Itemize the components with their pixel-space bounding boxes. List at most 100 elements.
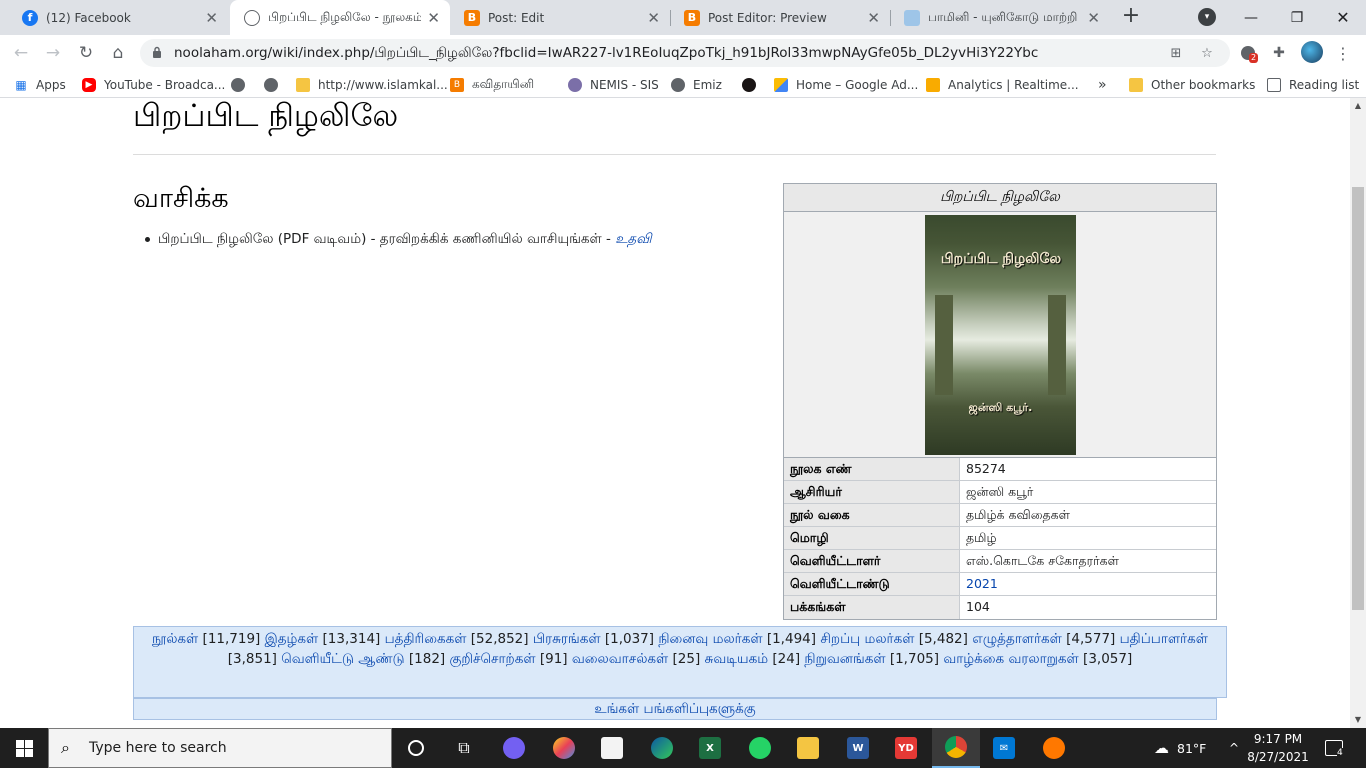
category-link[interactable]: பதிப்பாளர்கள்	[1120, 631, 1208, 647]
bookmark-youtube[interactable]: ▶ YouTube - Broadca...	[82, 76, 225, 94]
close-tab-icon[interactable]: ✕	[427, 9, 440, 27]
globe-icon	[244, 9, 260, 26]
bookmark-apps[interactable]: ▦ Apps	[14, 76, 65, 94]
url-text[interactable]: noolaham.org/wiki/index.php/பிறப்பிட_நிழ…	[174, 45, 1154, 63]
profile-avatar[interactable]	[1301, 41, 1323, 63]
new-tab-button[interactable]: +	[1119, 5, 1143, 29]
close-tab-icon[interactable]: ✕	[1087, 9, 1100, 27]
bookmark-kavithayini[interactable]: B கவிதாயினி	[450, 76, 534, 94]
tab-search-icon[interactable]: ▾	[1198, 8, 1216, 26]
tab-post-edit[interactable]: B Post: Edit ✕	[450, 0, 670, 35]
cover-title: பிறப்பிட நிழலிலே	[940, 251, 1062, 267]
spotify-icon	[742, 78, 756, 92]
category-count: [3,851]	[227, 651, 277, 667]
category-link[interactable]: நினைவு மலர்கள்	[658, 631, 762, 647]
close-window-button[interactable]: ✕	[1320, 0, 1366, 35]
bookmark-star-icon[interactable]: ☆	[1198, 44, 1216, 62]
whatsapp-icon	[749, 737, 771, 759]
category-link[interactable]: வலைவாசல்கள்	[572, 651, 668, 667]
section-heading-read: வாசிக்க	[133, 183, 229, 214]
category-link[interactable]: சிறப்பு மலர்கள்	[820, 631, 914, 647]
year-link[interactable]: 2021	[960, 573, 1216, 595]
tab-bamini-converter[interactable]: பாமினி - யுனிகோடு மாற்றி ✕	[890, 0, 1110, 35]
taskbar-word[interactable]: W	[834, 728, 882, 768]
taskbar-search-box[interactable]: ⌕ Type here to search	[48, 728, 392, 768]
tab-facebook[interactable]: f (12) Facebook ✕	[8, 0, 228, 35]
scroll-down-arrow-icon[interactable]: ▼	[1352, 714, 1364, 726]
extension-icon[interactable]: 2	[1237, 42, 1259, 64]
taskbar-whatsapp[interactable]	[736, 728, 784, 768]
taskbar-viber[interactable]	[490, 728, 538, 768]
menu-kebab-icon[interactable]: ⋮	[1332, 42, 1354, 64]
help-link[interactable]: உதவி	[615, 231, 651, 247]
taskbar-clock[interactable]: 9:17 PM 8/27/2021	[1246, 730, 1310, 766]
tab-title: (12) Facebook	[46, 10, 131, 25]
bookmark-emiz[interactable]: Emiz	[671, 76, 722, 94]
reload-button[interactable]: ↻	[73, 40, 99, 66]
bookmark-nemis[interactable]: NEMIS - SIS	[568, 76, 659, 94]
bookmark-globe-2[interactable]	[264, 76, 286, 94]
bookmark-google-ads[interactable]: Home – Google Ad...	[774, 76, 918, 94]
notification-center-button[interactable]: 4	[1325, 728, 1349, 768]
contributions-link[interactable]: உங்கள் பங்களிப்புகளுக்கு	[133, 698, 1217, 720]
taskbar-mail[interactable]: ✉	[980, 728, 1028, 768]
category-link[interactable]: பிரசுரங்கள்	[533, 631, 601, 647]
taskbar-avast[interactable]	[1030, 728, 1078, 768]
category-link[interactable]: பத்திரிகைகள்	[385, 631, 467, 647]
category-link[interactable]: வெளியீட்டு ஆண்டு	[281, 651, 404, 667]
bookmark-globe[interactable]	[231, 76, 253, 94]
category-link[interactable]: வாழ்க்கை வரலாறுகள்	[943, 651, 1078, 667]
book-cover-image[interactable]: பிறப்பிட நிழலிலே ஜன்ஸி கபூர்.	[925, 215, 1076, 455]
home-button[interactable]: ⌂	[105, 40, 131, 66]
category-link[interactable]: நிறுவனங்கள்	[804, 651, 885, 667]
minimize-button[interactable]: —	[1228, 0, 1274, 35]
tray-expand-button[interactable]: ^	[1229, 728, 1239, 768]
youtube-icon: ▶	[82, 78, 96, 92]
cortana-button[interactable]	[392, 728, 440, 768]
back-button[interactable]: ←	[8, 40, 34, 66]
bookmark-label: Other bookmarks	[1151, 78, 1256, 92]
scrollbar-thumb[interactable]	[1352, 187, 1364, 610]
taskbar-yd[interactable]: YD	[882, 728, 930, 768]
lock-icon[interactable]	[152, 46, 162, 58]
bookmark-label: Reading list	[1289, 78, 1360, 92]
bookmark-other[interactable]: Other bookmarks	[1129, 76, 1255, 94]
reading-list-button[interactable]: Reading list	[1267, 76, 1359, 94]
bookmark-analytics[interactable]: Analytics | Realtime...	[926, 76, 1079, 94]
task-view-button[interactable]: ⧉	[440, 728, 488, 768]
infobox-row: வெளியீட்டாண்டு 2021	[784, 573, 1216, 596]
more-bookmarks-button[interactable]: »	[1098, 76, 1107, 94]
cortana-icon	[408, 740, 424, 756]
weather-widget[interactable]: ☁ 81°F	[1154, 728, 1206, 768]
category-link[interactable]: சுவடியகம்	[705, 651, 769, 667]
bookmark-islamkalvi[interactable]: http://www.islamkal...	[296, 76, 448, 94]
taskbar-chrome[interactable]	[932, 728, 980, 768]
analytics-icon	[926, 78, 940, 92]
tab-post-editor-preview[interactable]: B Post Editor: Preview ✕	[670, 0, 890, 35]
restore-button[interactable]: ❐	[1274, 0, 1320, 35]
scroll-up-arrow-icon[interactable]: ▲	[1352, 100, 1364, 112]
bookmark-spotify[interactable]	[742, 76, 764, 94]
translate-icon[interactable]: ⊞	[1167, 44, 1185, 62]
taskbar-store[interactable]	[588, 728, 636, 768]
close-tab-icon[interactable]: ✕	[647, 9, 660, 27]
nemis-logo-icon	[568, 78, 582, 92]
taskbar-excel[interactable]: X	[686, 728, 734, 768]
start-button[interactable]	[0, 728, 48, 768]
extensions-puzzle-icon[interactable]: ✚	[1268, 42, 1290, 64]
category-link[interactable]: நூல்கள்	[152, 631, 198, 647]
bookmark-label: Emiz	[693, 78, 722, 92]
taskbar-file-explorer[interactable]	[784, 728, 832, 768]
tab-noolaham[interactable]: பிறப்பிட நிழலிலே - நூலகம் ✕	[230, 0, 450, 35]
taskbar-paint[interactable]	[540, 728, 588, 768]
page-title: பிறப்பிட நிழலிலே	[133, 98, 399, 134]
close-tab-icon[interactable]: ✕	[205, 9, 218, 27]
category-link[interactable]: குறிச்சொற்கள்	[449, 651, 535, 667]
close-tab-icon[interactable]: ✕	[867, 9, 880, 27]
taskbar-edge[interactable]	[638, 728, 686, 768]
category-link[interactable]: எழுத்தாளர்கள்	[972, 631, 1062, 647]
address-bar[interactable]: noolaham.org/wiki/index.php/பிறப்பிட_நிழ…	[140, 39, 1230, 67]
category-link[interactable]: இதழ்கள்	[265, 631, 319, 647]
forward-button[interactable]: →	[40, 40, 66, 66]
chevron-double-right-icon: »	[1098, 77, 1107, 93]
